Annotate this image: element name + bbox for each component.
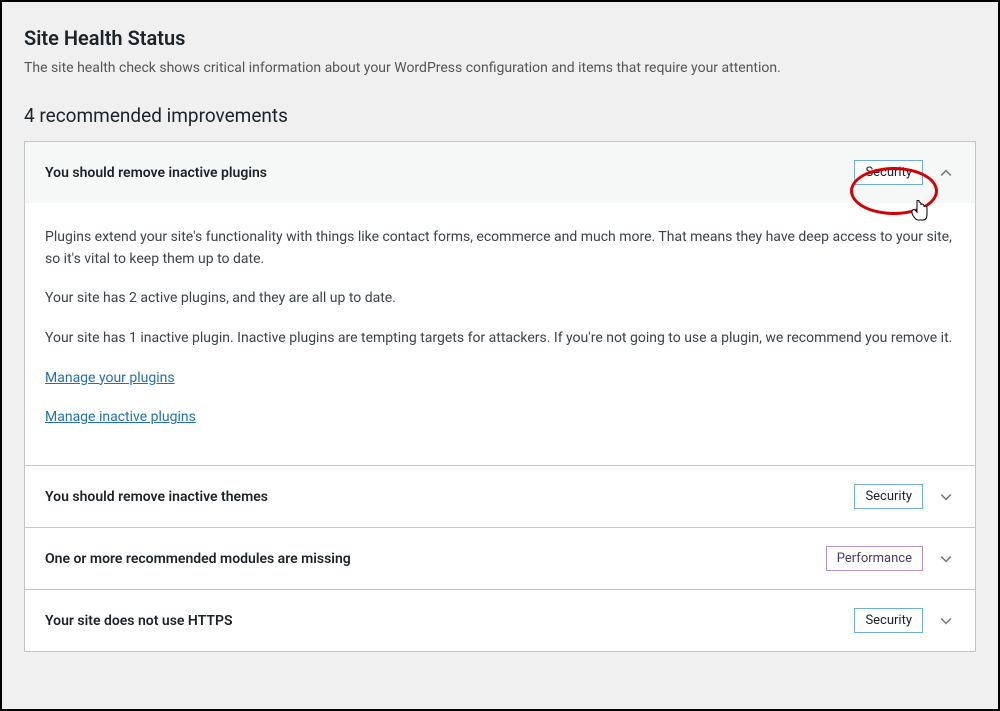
badge-performance: Performance: [826, 546, 923, 571]
health-item: You should remove inactive themes Securi…: [25, 465, 975, 527]
manage-plugins-link[interactable]: Manage your plugins: [45, 368, 175, 390]
improvements-panel: You should remove inactive plugins Secur…: [24, 141, 976, 652]
health-item-header[interactable]: One or more recommended modules are miss…: [25, 528, 975, 589]
health-item-title: You should remove inactive plugins: [45, 165, 854, 181]
chevron-down-icon: [937, 612, 955, 630]
health-item-header[interactable]: You should remove inactive plugins Secur…: [25, 142, 975, 203]
page-title: Site Health Status: [24, 26, 976, 50]
manage-inactive-plugins-link[interactable]: Manage inactive plugins: [45, 407, 196, 429]
health-item-title: You should remove inactive themes: [45, 489, 854, 505]
chevron-down-icon: [937, 550, 955, 568]
chevron-up-icon: [937, 164, 955, 182]
page-description: The site health check shows critical inf…: [24, 60, 976, 76]
health-item: You should remove inactive plugins Secur…: [25, 142, 975, 465]
health-item-body: Plugins extend your site's functionality…: [25, 203, 975, 465]
body-text: Your site has 2 active plugins, and they…: [45, 288, 955, 310]
badge-security: Security: [854, 160, 923, 185]
health-item-header[interactable]: You should remove inactive themes Securi…: [25, 466, 975, 527]
chevron-down-icon: [937, 488, 955, 506]
body-text: Your site has 1 inactive plugin. Inactiv…: [45, 328, 955, 350]
health-item-title: One or more recommended modules are miss…: [45, 551, 826, 567]
health-item: Your site does not use HTTPS Security: [25, 589, 975, 651]
health-item-title: Your site does not use HTTPS: [45, 613, 854, 629]
body-text: Plugins extend your site's functionality…: [45, 227, 955, 270]
health-item-header[interactable]: Your site does not use HTTPS Security: [25, 590, 975, 651]
badge-security: Security: [854, 608, 923, 633]
badge-security: Security: [854, 484, 923, 509]
health-item: One or more recommended modules are miss…: [25, 527, 975, 589]
section-heading: 4 recommended improvements: [24, 104, 976, 127]
